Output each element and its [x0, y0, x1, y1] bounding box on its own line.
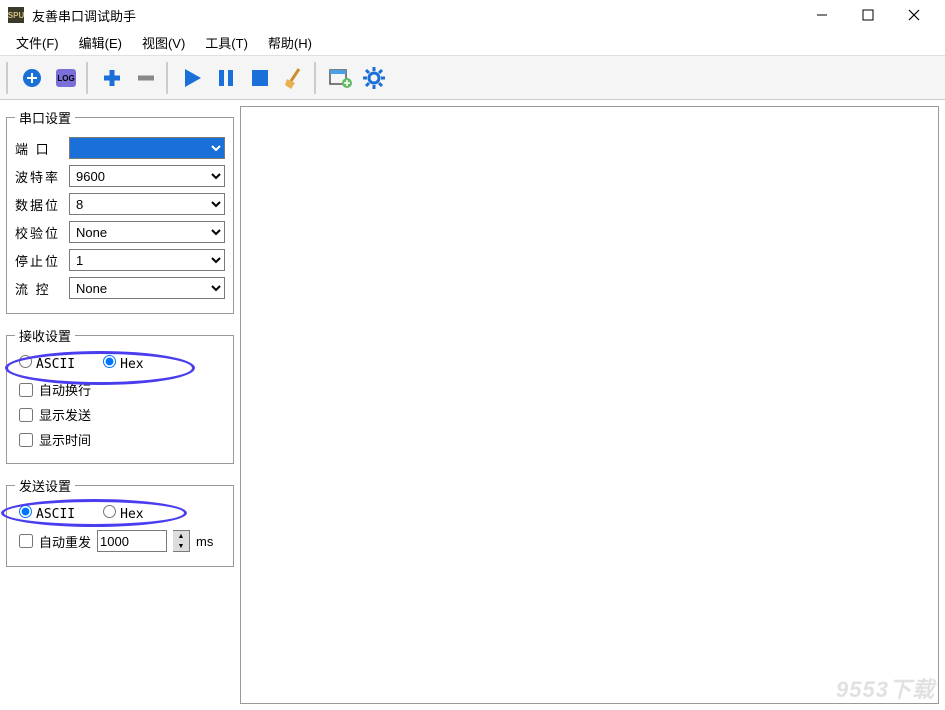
close-icon [908, 9, 920, 21]
pause-icon [213, 65, 239, 91]
menu-help[interactable]: 帮助(H) [260, 31, 320, 54]
toolbar-separator [166, 62, 172, 94]
menubar: 文件(F) 编辑(E) 视图(V) 工具(T) 帮助(H) [0, 30, 945, 56]
recv-hex-label: Hex [120, 357, 143, 372]
window-plus-icon [327, 65, 353, 91]
serial-legend: 串口设置 [15, 108, 75, 127]
minus-icon [133, 65, 159, 91]
interval-input[interactable] [97, 530, 167, 552]
toolbar-separator [86, 62, 92, 94]
output-area[interactable] [240, 106, 939, 704]
window-title: 友善串口调试助手 [32, 6, 799, 25]
showtime-checkbox[interactable] [19, 433, 33, 447]
recv-hex-radio[interactable] [103, 355, 116, 368]
watermark: 9553下载 [836, 672, 935, 704]
flow-select[interactable]: None [69, 277, 225, 299]
baud-select[interactable]: 9600 [69, 165, 225, 187]
toolbar: LOG [0, 56, 945, 100]
log-icon: LOG [53, 65, 79, 91]
play-icon [179, 65, 205, 91]
flow-label: 流 控 [15, 279, 63, 298]
parity-select[interactable]: None [69, 221, 225, 243]
stop-select[interactable]: 1 [69, 249, 225, 271]
send-settings-group: 发送设置 ASCII Hex 自动重发 ▲ ▼ ms [6, 476, 234, 567]
serial-settings-group: 串口设置 端 口 波特率 9600 数据位 8 校验位 None 停止位 1 [6, 108, 234, 314]
pause-button[interactable] [210, 62, 242, 94]
titlebar: SPU 友善串口调试助手 [0, 0, 945, 30]
showsend-checkbox[interactable] [19, 408, 33, 422]
menu-tools[interactable]: 工具(T) [197, 31, 256, 54]
recv-ascii-label: ASCII [36, 357, 75, 372]
parity-label: 校验位 [15, 223, 63, 242]
minimize-icon [816, 9, 828, 21]
menu-file[interactable]: 文件(F) [8, 31, 67, 54]
send-hex-label: Hex [120, 507, 143, 522]
autoresend-checkbox[interactable] [19, 534, 33, 548]
stop-label: 停止位 [15, 251, 63, 270]
send-ascii-label: ASCII [36, 507, 75, 522]
minimize-button[interactable] [799, 0, 845, 30]
close-button[interactable] [891, 0, 937, 30]
baud-label: 波特率 [15, 167, 63, 186]
stop-icon [247, 65, 273, 91]
send-legend: 发送设置 [15, 476, 75, 495]
send-hex-radio[interactable] [103, 505, 116, 518]
main-area: 串口设置 端 口 波特率 9600 数据位 8 校验位 None 停止位 1 [0, 100, 945, 710]
toolbar-separator [6, 62, 12, 94]
spinner-up[interactable]: ▲ [173, 531, 189, 541]
recv-ascii-option[interactable]: ASCII [19, 355, 75, 372]
send-ascii-radio[interactable] [19, 505, 32, 518]
log-button[interactable]: LOG [50, 62, 82, 94]
gear-icon [361, 65, 387, 91]
send-hex-option[interactable]: Hex [103, 505, 143, 522]
app-icon: SPU [8, 7, 24, 23]
interval-unit: ms [196, 534, 213, 549]
recv-ascii-radio[interactable] [19, 355, 32, 368]
spinner-down[interactable]: ▼ [173, 541, 189, 551]
autowrap-label: 自动换行 [39, 380, 91, 399]
maximize-button[interactable] [845, 0, 891, 30]
plus-icon [99, 65, 125, 91]
data-select[interactable]: 8 [69, 193, 225, 215]
showtime-label: 显示时间 [39, 430, 91, 449]
play-button[interactable] [176, 62, 208, 94]
broom-icon [281, 65, 307, 91]
receive-legend: 接收设置 [15, 326, 75, 345]
new-window-button[interactable] [324, 62, 356, 94]
autoresend-label: 自动重发 [39, 532, 91, 551]
data-label: 数据位 [15, 195, 63, 214]
svg-text:LOG: LOG [57, 74, 74, 83]
remove-button[interactable] [130, 62, 162, 94]
maximize-icon [862, 9, 874, 21]
port-select[interactable] [69, 137, 225, 159]
port-label: 端 口 [15, 139, 63, 158]
send-ascii-option[interactable]: ASCII [19, 505, 75, 522]
sidebar: 串口设置 端 口 波特率 9600 数据位 8 校验位 None 停止位 1 [0, 100, 240, 710]
recv-hex-option[interactable]: Hex [103, 355, 143, 372]
add-button[interactable] [96, 62, 128, 94]
settings-button[interactable] [358, 62, 390, 94]
menu-view[interactable]: 视图(V) [134, 31, 193, 54]
toolbar-separator [314, 62, 320, 94]
connect-button[interactable] [16, 62, 48, 94]
connect-icon [19, 65, 45, 91]
recv-format-row: ASCII Hex [15, 355, 225, 372]
interval-spinner[interactable]: ▲ ▼ [173, 530, 190, 552]
menu-edit[interactable]: 编辑(E) [71, 31, 130, 54]
stop-button[interactable] [244, 62, 276, 94]
send-format-row: ASCII Hex [15, 505, 225, 522]
clear-button[interactable] [278, 62, 310, 94]
showsend-label: 显示发送 [39, 405, 91, 424]
receive-settings-group: 接收设置 ASCII Hex 自动换行 显示发送 显示时间 [6, 326, 234, 464]
autowrap-checkbox[interactable] [19, 383, 33, 397]
